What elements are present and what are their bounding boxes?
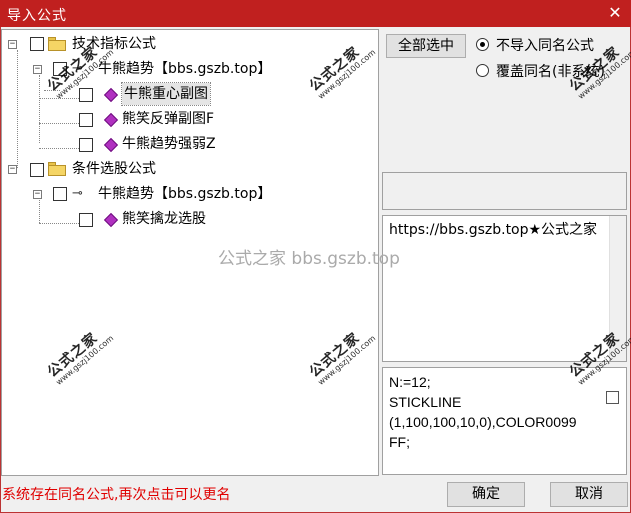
checkbox[interactable] bbox=[53, 187, 67, 201]
folder-icon bbox=[48, 37, 66, 51]
collapse-toggle[interactable]: − bbox=[33, 65, 42, 74]
checkbox[interactable] bbox=[79, 138, 93, 152]
close-button[interactable]: ✕ bbox=[605, 2, 625, 24]
tree-node-label[interactable]: 条件选股公式 bbox=[72, 161, 156, 177]
description-text: https://bbs.gszb.top★公式之家 bbox=[389, 222, 598, 238]
title-bar: 导入公式 ✕ bbox=[0, 0, 631, 27]
tree-line bbox=[39, 123, 79, 124]
cancel-button[interactable]: 取消 bbox=[550, 482, 628, 507]
checkbox[interactable] bbox=[79, 88, 93, 102]
formula-icon bbox=[103, 212, 119, 228]
checkbox[interactable] bbox=[79, 213, 93, 227]
center-watermark: 公式之家 bbs.gszb.top bbox=[218, 249, 400, 269]
checkbox[interactable] bbox=[606, 391, 619, 404]
tree-line bbox=[39, 148, 79, 149]
checkbox[interactable] bbox=[30, 163, 44, 177]
status-message: 系统存在同名公式,再次点击可以更名 bbox=[2, 487, 231, 503]
tree-line bbox=[39, 75, 40, 143]
tree-line bbox=[39, 223, 79, 224]
tree-node-label[interactable]: 牛熊趋势【bbs.gszb.top】 bbox=[98, 61, 271, 77]
tree-node-label[interactable]: 牛熊趋势【bbs.gszb.top】 bbox=[98, 186, 271, 202]
radio-no-import[interactable] bbox=[476, 38, 489, 51]
collapse-toggle[interactable]: − bbox=[8, 40, 17, 49]
formula-box: N:=12; STICKLINE (1,100,100,10,0),COLOR0… bbox=[382, 367, 627, 475]
collapse-toggle[interactable]: − bbox=[8, 165, 17, 174]
folder-icon bbox=[48, 162, 66, 176]
description-box: https://bbs.gszb.top★公式之家 bbox=[382, 215, 627, 362]
tree-node-label[interactable]: 熊笑反弹副图F bbox=[122, 111, 214, 127]
info-box bbox=[382, 172, 627, 210]
formula-icon bbox=[103, 137, 119, 153]
formula-icon bbox=[103, 87, 119, 103]
ok-button[interactable]: 确定 bbox=[447, 482, 525, 507]
tree-line bbox=[17, 50, 18, 168]
window-title: 导入公式 bbox=[7, 8, 67, 24]
radio-no-import-label[interactable]: 不导入同名公式 bbox=[496, 35, 594, 55]
collapse-toggle[interactable]: − bbox=[33, 190, 42, 199]
tree-node-label[interactable]: 熊笑擒龙选股 bbox=[122, 211, 206, 227]
key-icon: ⊸ bbox=[72, 186, 83, 201]
tree-node-label[interactable]: 牛熊趋势强弱Z bbox=[122, 136, 216, 152]
formula-text: N:=12; STICKLINE (1,100,100,10,0),COLOR0… bbox=[389, 374, 577, 450]
tree-node-label[interactable]: 牛熊重心副图 bbox=[121, 82, 211, 106]
checkbox[interactable] bbox=[30, 37, 44, 51]
checkbox[interactable] bbox=[79, 113, 93, 127]
select-all-button[interactable]: 全部选中 bbox=[386, 34, 466, 58]
radio-overwrite[interactable] bbox=[476, 64, 489, 77]
tree-line bbox=[39, 200, 40, 223]
formula-icon bbox=[103, 112, 119, 128]
